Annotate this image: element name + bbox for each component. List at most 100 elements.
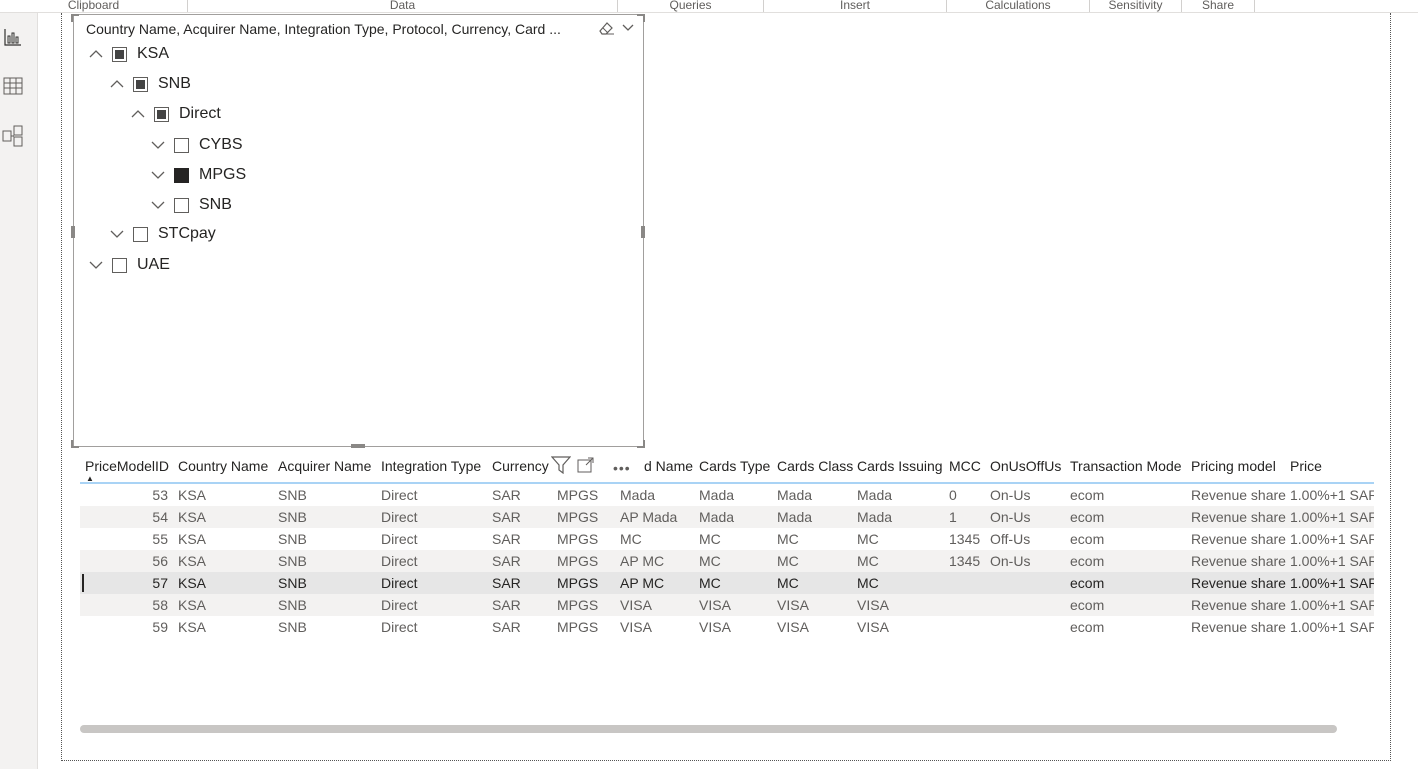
col-header-cards-type[interactable]: Cards Type bbox=[699, 458, 770, 474]
col-header-card-name[interactable]: d Name bbox=[644, 458, 693, 474]
chevron-down-icon[interactable] bbox=[621, 20, 635, 41]
table-cell: MPGS bbox=[557, 597, 599, 613]
table-row[interactable]: 54 KSA SNB Direct SAR MPGS AP Mada Mada Mada Mada… bbox=[80, 506, 1374, 528]
table-cell: MPGS bbox=[557, 487, 599, 503]
resize-handle-top-left[interactable] bbox=[71, 14, 79, 22]
model-view-button[interactable] bbox=[2, 125, 23, 150]
slicer-item-snb-protocol[interactable]: SNB bbox=[148, 194, 232, 216]
col-header-acquirer-name[interactable]: Acquirer Name bbox=[278, 458, 371, 474]
col-header-country-name[interactable]: Country Name bbox=[178, 458, 268, 474]
checkbox-empty[interactable] bbox=[112, 257, 127, 273]
col-header-currency[interactable]: Currency bbox=[492, 458, 549, 474]
table-row[interactable]: 56 KSA SNB Direct SAR MPGS AP MC MC MC MC 1345 On-U… bbox=[80, 550, 1374, 572]
ribbon-group-share: Share bbox=[1182, 0, 1255, 12]
filter-icon[interactable] bbox=[550, 456, 572, 479]
checkbox-empty[interactable] bbox=[133, 226, 148, 242]
resize-handle-top-right[interactable] bbox=[637, 14, 645, 22]
col-header-pricing-model[interactable]: Pricing model bbox=[1191, 458, 1276, 474]
chevron-up-icon[interactable] bbox=[128, 104, 148, 124]
table-cell: SNB bbox=[278, 531, 307, 547]
slicer-header: Country Name, Acquirer Name, Integration… bbox=[86, 21, 561, 37]
table-cell: Mada bbox=[620, 487, 656, 503]
table-row[interactable]: 53 KSA SNB Direct SAR MPGS Mada Mada Mada Mada 0 On… bbox=[80, 484, 1374, 506]
col-header-integration-type[interactable]: Integration Type bbox=[381, 458, 481, 474]
table-row[interactable]: 59 KSA SNB Direct SAR MPGS VISA VISA VISA VISA eco… bbox=[80, 616, 1374, 638]
slicer-item-ksa[interactable]: KSA bbox=[86, 43, 169, 65]
slicer-item-label: KSA bbox=[137, 45, 170, 62]
chevron-up-icon[interactable] bbox=[86, 44, 106, 64]
hierarchy-slicer[interactable]: Country Name, Acquirer Name, Integration… bbox=[73, 14, 644, 447]
col-header-onusoffus[interactable]: OnUsOffUs bbox=[990, 458, 1061, 474]
chevron-down-icon[interactable] bbox=[107, 224, 127, 244]
ribbon-group-labels: Clipboard Data Queries Insert Calculatio… bbox=[0, 0, 1418, 13]
table-cell: AP MC bbox=[620, 575, 665, 591]
view-rail bbox=[0, 13, 38, 769]
slicer-item-stcpay[interactable]: STCpay bbox=[107, 223, 216, 245]
checkbox-partial[interactable] bbox=[154, 106, 169, 122]
resize-handle-left[interactable] bbox=[71, 226, 75, 238]
slicer-item-uae[interactable]: UAE bbox=[86, 254, 170, 276]
table-cell: 1.00%+1 SAR, bbox=[1290, 487, 1374, 503]
table-row[interactable]: 55 KSA SNB Direct SAR MPGS MC MC MC MC 1345 Off-Us e… bbox=[80, 528, 1374, 550]
table-cell: AP MC bbox=[620, 553, 665, 569]
col-header-mcc[interactable]: MCC bbox=[949, 458, 981, 474]
table-cell: 1345 bbox=[949, 553, 981, 569]
slicer-item-label: STCpay bbox=[158, 225, 216, 242]
table-cell: MPGS bbox=[557, 531, 599, 547]
chevron-down-icon[interactable] bbox=[86, 255, 106, 275]
resize-handle-bottom-left[interactable] bbox=[71, 440, 79, 448]
ribbon-group-calculations: Calculations bbox=[947, 0, 1090, 12]
table-cell: VISA bbox=[620, 619, 652, 635]
table-horizontal-scrollbar[interactable] bbox=[80, 725, 1337, 733]
checkbox-checked[interactable] bbox=[174, 167, 189, 183]
table-cell: MC bbox=[777, 553, 799, 569]
col-header-transaction-mode[interactable]: Transaction Mode bbox=[1070, 458, 1182, 474]
table-grid-icon bbox=[3, 77, 23, 100]
chevron-down-icon[interactable] bbox=[148, 135, 168, 155]
checkbox-empty[interactable] bbox=[174, 197, 189, 213]
col-header-cards-issuing[interactable]: Cards Issuing bbox=[857, 458, 943, 474]
checkbox-partial[interactable] bbox=[133, 76, 148, 92]
table-cell: Direct bbox=[381, 509, 418, 525]
table-cell: Revenue share bbox=[1191, 597, 1286, 613]
more-options-icon[interactable]: ••• bbox=[613, 460, 631, 476]
table-cell: Revenue share bbox=[1191, 509, 1286, 525]
focus-mode-icon[interactable] bbox=[577, 457, 595, 478]
table-cell: ecom bbox=[1070, 531, 1105, 547]
resize-handle-right[interactable] bbox=[641, 226, 645, 238]
slicer-item-label: MPGS bbox=[199, 166, 247, 183]
table-cell: Mada bbox=[699, 487, 735, 503]
checkbox-empty[interactable] bbox=[174, 137, 189, 153]
table-cell: 57 bbox=[152, 575, 168, 591]
table-cell: Mada bbox=[699, 509, 735, 525]
eraser-icon[interactable] bbox=[597, 20, 615, 41]
chevron-down-icon[interactable] bbox=[148, 195, 168, 215]
col-header-pricemodelid[interactable]: PriceModelID bbox=[85, 458, 169, 474]
table-visual[interactable]: PriceModelID ▲ Country Name Acquirer Nam… bbox=[80, 452, 1374, 642]
slicer-item-mpgs[interactable]: MPGS bbox=[148, 164, 246, 186]
table-header: PriceModelID ▲ Country Name Acquirer Nam… bbox=[80, 452, 1374, 484]
table-cell: 1.00%+1 SAR, bbox=[1290, 619, 1374, 635]
table-row[interactable]: 57 KSA SNB Direct SAR MPGS AP MC MC MC MC ecom Reve… bbox=[80, 572, 1374, 594]
table-cell: KSA bbox=[178, 575, 207, 591]
report-view-button[interactable] bbox=[3, 27, 23, 51]
table-cell: SAR bbox=[492, 509, 521, 525]
resize-handle-bottom[interactable] bbox=[351, 444, 365, 448]
chevron-up-icon[interactable] bbox=[107, 74, 127, 94]
data-view-button[interactable] bbox=[3, 76, 23, 100]
table-cell: 59 bbox=[152, 619, 168, 635]
col-header-cards-class[interactable]: Cards Class bbox=[777, 458, 853, 474]
table-cell: 54 bbox=[152, 509, 168, 525]
col-header-price[interactable]: Price bbox=[1290, 458, 1322, 474]
table-cell: MPGS bbox=[557, 575, 599, 591]
slicer-item-cybs[interactable]: CYBS bbox=[148, 134, 243, 156]
slicer-item-label: SNB bbox=[199, 196, 232, 213]
resize-handle-bottom-right[interactable] bbox=[637, 440, 645, 448]
checkbox-partial[interactable] bbox=[112, 46, 127, 62]
slicer-item-snb[interactable]: SNB bbox=[107, 73, 191, 95]
table-cell: Mada bbox=[857, 487, 893, 503]
table-cell: Direct bbox=[381, 619, 418, 635]
table-row[interactable]: 58 KSA SNB Direct SAR MPGS VISA VISA VISA VISA eco… bbox=[80, 594, 1374, 616]
slicer-item-direct[interactable]: Direct bbox=[128, 103, 221, 125]
chevron-down-icon[interactable] bbox=[148, 165, 168, 185]
